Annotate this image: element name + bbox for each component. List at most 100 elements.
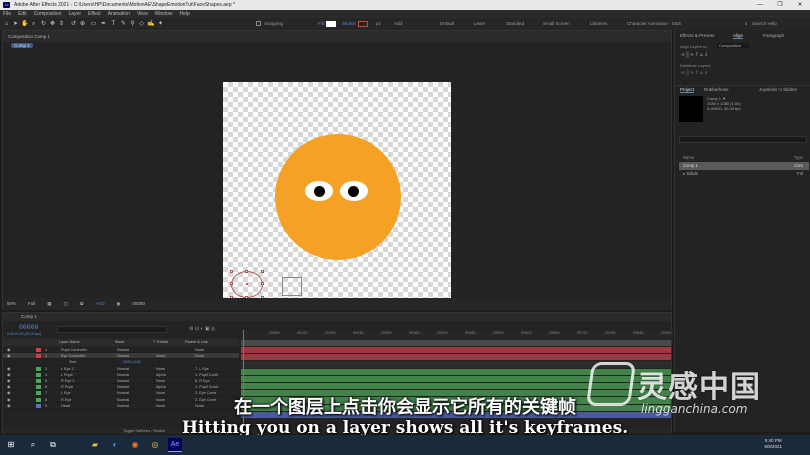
menu-effect[interactable]: Effect bbox=[88, 10, 101, 18]
add-label[interactable]: Add: bbox=[394, 18, 403, 30]
workspace-libraries[interactable]: Libraries bbox=[590, 18, 607, 30]
transform-handle[interactable] bbox=[261, 282, 264, 285]
tab-paragraph[interactable]: Paragraph bbox=[763, 33, 784, 38]
zoom-tool-icon[interactable]: ⌕ bbox=[30, 20, 37, 28]
head-circle[interactable] bbox=[275, 134, 401, 260]
menu-help[interactable]: Help bbox=[179, 10, 189, 18]
composition-viewer[interactable] bbox=[3, 50, 671, 309]
snapping-checkbox[interactable] bbox=[256, 21, 261, 26]
layer-label-swatch[interactable] bbox=[36, 378, 41, 383]
menu-file[interactable]: File bbox=[3, 10, 11, 18]
color-icon[interactable]: ✿ bbox=[80, 298, 84, 310]
close-button[interactable]: ✕ bbox=[790, 0, 810, 10]
minimize-button[interactable]: — bbox=[750, 0, 770, 10]
column-parent[interactable]: Parent & Link bbox=[185, 339, 208, 346]
grid-icon[interactable]: ▦ bbox=[47, 298, 51, 310]
firefox-icon[interactable]: ◉ bbox=[128, 438, 142, 452]
column-trkmat[interactable]: T TrkMat bbox=[153, 339, 168, 346]
search-icon[interactable]: ⌕ bbox=[26, 438, 40, 452]
timeline-switch-icons[interactable]: ⚙ ⊡ ◐ ▣ ◎ bbox=[189, 326, 215, 332]
fill-swatch[interactable] bbox=[326, 21, 336, 27]
right-pupil[interactable] bbox=[348, 186, 359, 197]
puppet-tool-icon[interactable]: ✦ bbox=[157, 20, 164, 28]
project-row-comp[interactable]: Comp 1 Com bbox=[679, 162, 809, 170]
menu-composition[interactable]: Composition bbox=[34, 10, 62, 18]
layer-label-swatch[interactable] bbox=[36, 366, 41, 371]
transform-handle[interactable] bbox=[261, 270, 264, 273]
layer-label-swatch[interactable] bbox=[36, 354, 41, 359]
search-icon[interactable]: ⌕ bbox=[745, 18, 748, 30]
menu-layer[interactable]: Layer bbox=[68, 10, 81, 18]
clone-tool-icon[interactable]: ⚲ bbox=[129, 20, 136, 28]
tab-joysticks-sliders[interactable]: Joysticks 'n Sliders bbox=[759, 87, 797, 92]
home-icon[interactable]: ⌂ bbox=[3, 20, 10, 28]
maximize-button[interactable]: ❐ bbox=[770, 0, 790, 10]
left-eye[interactable] bbox=[305, 181, 333, 201]
column-mode[interactable]: Mode bbox=[115, 339, 125, 346]
breadcrumb-comp[interactable]: Comp 1 bbox=[11, 43, 33, 48]
eye-controller-shape[interactable] bbox=[230, 270, 264, 299]
stroke-width[interactable]: px bbox=[376, 18, 381, 30]
workspace-learn[interactable]: Learn bbox=[474, 18, 486, 30]
pan-tool-icon[interactable]: ✥ bbox=[49, 20, 56, 28]
tab-align[interactable]: Align bbox=[733, 33, 744, 39]
pupil-controller-shape[interactable] bbox=[282, 277, 302, 296]
menu-animation[interactable]: Animation bbox=[108, 10, 130, 18]
roto-brush-icon[interactable]: ✍ bbox=[147, 20, 154, 28]
tab-rubberhose[interactable]: Rubberhose bbox=[704, 87, 729, 92]
snapshot-icon[interactable]: ◉ bbox=[116, 298, 120, 310]
current-time[interactable]: 00000 bbox=[132, 298, 145, 310]
task-view-icon[interactable]: ⧉ bbox=[46, 438, 60, 452]
dolly-tool-icon[interactable]: ⇕ bbox=[58, 20, 65, 28]
column-type[interactable]: Type bbox=[794, 154, 803, 162]
stroke-label[interactable]: Stroke: bbox=[342, 18, 356, 30]
pen-tool-icon[interactable]: ✒ bbox=[100, 20, 107, 28]
mask-icon[interactable]: ◫ bbox=[64, 298, 68, 310]
layer-label-swatch[interactable] bbox=[36, 385, 41, 390]
exposure-value[interactable]: +0.0 bbox=[96, 298, 105, 310]
composition-tab[interactable]: Composition Comp 1 bbox=[3, 31, 671, 42]
fill-label[interactable]: Fill: bbox=[318, 18, 325, 30]
transform-handle[interactable] bbox=[245, 270, 248, 273]
windows-icon[interactable]: ⊞ bbox=[4, 438, 18, 452]
align-buttons[interactable]: ⫷ ⫼ ⫸ ⫯ ⫨ ⫰ bbox=[681, 52, 707, 59]
layer-label-swatch[interactable] bbox=[36, 372, 41, 377]
timeline-search-input[interactable] bbox=[57, 326, 167, 333]
column-name[interactable]: Name bbox=[683, 155, 694, 160]
menu-window[interactable]: Window bbox=[155, 10, 173, 18]
project-row-folder[interactable]: ▸ Solids Fol bbox=[679, 170, 809, 178]
workspace-default[interactable]: Default bbox=[440, 18, 454, 30]
tab-project[interactable]: Project bbox=[680, 87, 695, 93]
selection-tool-icon[interactable]: ➤ bbox=[12, 20, 19, 28]
system-clock[interactable]: 5:40 PM 6/8/2021 bbox=[764, 438, 782, 450]
timeline-tab[interactable]: Comp 1 bbox=[3, 313, 671, 321]
column-layer-name[interactable]: Layer Name bbox=[59, 339, 80, 346]
stroke-swatch[interactable] bbox=[358, 21, 368, 27]
menu-edit[interactable]: Edit bbox=[18, 10, 27, 18]
rotate-tool-icon[interactable]: ↺ bbox=[70, 20, 77, 28]
workspace-standard[interactable]: Standard bbox=[506, 18, 524, 30]
artboard[interactable] bbox=[223, 82, 451, 309]
align-target-dropdown[interactable]: Composition bbox=[717, 43, 750, 48]
orbit-tool-icon[interactable]: ↻ bbox=[40, 20, 47, 28]
project-search-input[interactable] bbox=[679, 136, 807, 143]
work-area-bar[interactable] bbox=[241, 340, 671, 346]
edge-icon[interactable]: ◐ bbox=[108, 438, 122, 452]
chrome-icon[interactable]: ◎ bbox=[148, 438, 162, 452]
zoom-dropdown[interactable]: 50% bbox=[7, 298, 16, 310]
resolution-dropdown[interactable]: Full bbox=[28, 298, 35, 310]
text-tool-icon[interactable]: T bbox=[110, 20, 117, 28]
time-ruler[interactable]: 00060 00120 00180 00240 00300 00360 00420 00480… bbox=[241, 330, 673, 340]
transform-handle[interactable] bbox=[230, 270, 233, 273]
rectangle-tool-icon[interactable]: ▭ bbox=[90, 20, 97, 28]
workspace-character-animation[interactable]: Character Animation - Stub bbox=[627, 18, 681, 30]
layer-track-bar[interactable] bbox=[241, 347, 671, 354]
eraser-tool-icon[interactable]: ◇ bbox=[138, 20, 145, 28]
layer-label-swatch[interactable] bbox=[36, 348, 41, 352]
brush-tool-icon[interactable]: ✎ bbox=[120, 20, 127, 28]
tab-effects-presets[interactable]: Effects & Presets bbox=[680, 33, 714, 38]
search-help-field[interactable]: Search Help bbox=[752, 18, 777, 30]
anchor-tool-icon[interactable]: ⊕ bbox=[79, 20, 86, 28]
workspace-small-screen[interactable]: Small Screen bbox=[543, 18, 570, 30]
transform-handle[interactable] bbox=[230, 282, 233, 285]
